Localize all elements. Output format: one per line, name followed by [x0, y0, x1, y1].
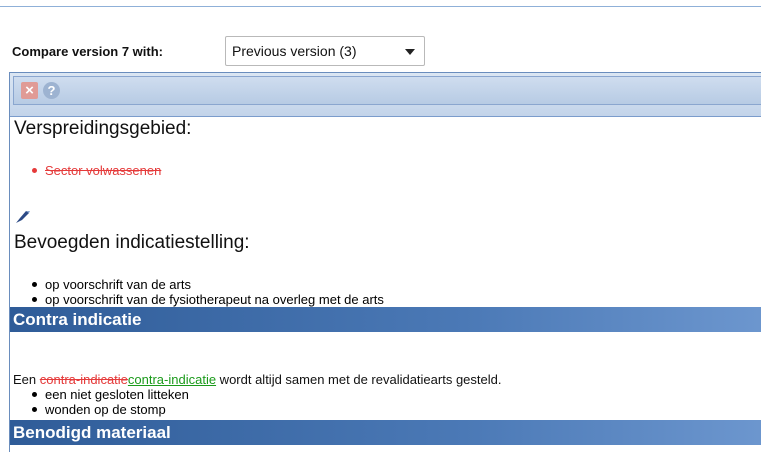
section-header-material: Benodigd materiaal — [10, 420, 761, 445]
spreading-list: Sector volwassenen — [32, 163, 161, 178]
compare-version-select[interactable]: Previous version (3) — [225, 36, 425, 66]
section-header-contra: Contra indicatie — [10, 307, 761, 332]
compare-select-value: Previous version (3) — [232, 43, 357, 59]
list-item: een niet gesloten litteken — [32, 387, 189, 402]
list-item: Sector volwassenen — [32, 163, 161, 178]
diff-panel: × ? Verspreidingsgebied: Sector volwasse… — [9, 72, 761, 452]
contra-list: een niet gesloten litteken wonden op de … — [32, 387, 189, 417]
pen-icon[interactable] — [15, 210, 31, 224]
contra-suffix: wordt altijd samen met de revalidatieart… — [216, 372, 502, 387]
list-item: wonden op de stomp — [32, 402, 189, 417]
contra-paragraph: Een contra-indicatiecontra-indicatie wor… — [13, 372, 501, 387]
contra-prefix: Een — [13, 372, 40, 387]
list-item: op voorschrift van de fysiotherapeut na … — [32, 292, 384, 307]
close-icon[interactable]: × — [21, 82, 38, 99]
inserted-text: contra-indicatie — [127, 372, 217, 387]
section-title-authorized: Bevoegden indicatiestelling: — [14, 232, 250, 253]
compare-bar: Compare version 7 with: Previous version… — [0, 8, 761, 68]
deleted-text: contra-indicatie — [39, 372, 128, 387]
compare-label: Compare version 7 with: — [12, 44, 163, 59]
toolbar-icon-strip: × ? — [13, 76, 761, 105]
list-item: op voorschrift van de arts — [32, 277, 384, 292]
panel-toolbar: × ? — [10, 73, 761, 117]
diff-content: Verspreidingsgebied: Sector volwassenen … — [10, 117, 761, 452]
help-icon[interactable]: ? — [43, 82, 60, 99]
chevron-down-icon[interactable] — [405, 49, 415, 55]
window-top-border — [0, 0, 761, 7]
authorized-list: op voorschrift van de arts op voorschrif… — [32, 277, 384, 307]
section-title-spreading: Verspreidingsgebied: — [14, 118, 192, 139]
deleted-text: Sector volwassenen — [45, 163, 162, 178]
